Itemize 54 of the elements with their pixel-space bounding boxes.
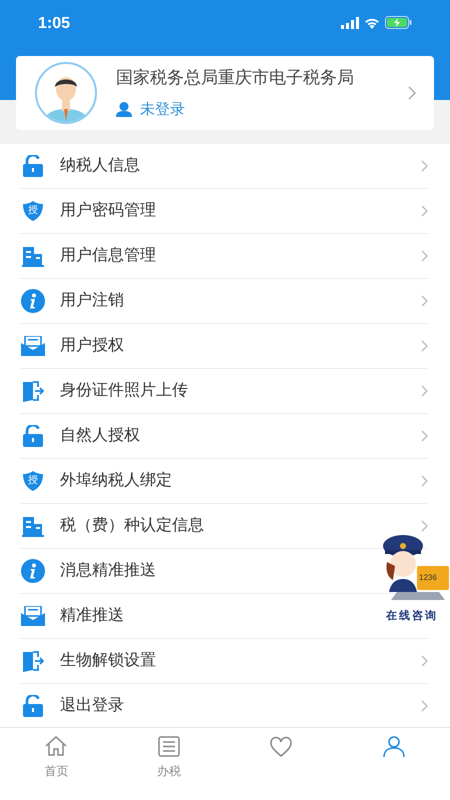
menu-item[interactable]: 消息精准推送 <box>0 549 372 593</box>
chevron-icon <box>421 700 428 712</box>
chevron-icon <box>421 430 428 442</box>
profile-card[interactable]: 国家税务总局重庆市电子税务局 未登录 <box>16 56 434 130</box>
lock-icon <box>20 155 46 177</box>
shield-icon: 授 <box>20 200 46 222</box>
menu-item[interactable]: 身份证件照片上传 <box>0 369 450 413</box>
menu-item[interactable]: 用户授权 <box>0 324 450 368</box>
chevron-icon <box>421 160 428 172</box>
menu-item[interactable]: 纳税人信息 <box>0 144 450 188</box>
chevron-icon <box>421 205 428 217</box>
signal-icon <box>341 16 359 28</box>
screen-text: 1236 <box>419 572 437 584</box>
shield-icon: 授 <box>20 470 46 492</box>
battery-icon <box>385 16 412 29</box>
chevron-icon <box>421 655 428 667</box>
info-icon <box>20 289 46 313</box>
door-icon <box>20 380 46 402</box>
chevron-icon <box>408 86 416 100</box>
heart-icon[interactable] <box>268 734 294 760</box>
avatar-icon <box>34 61 98 125</box>
mail-icon <box>20 606 46 626</box>
chevron-icon <box>421 250 428 262</box>
person-icon[interactable] <box>380 734 407 760</box>
building-icon <box>20 245 46 267</box>
mail-icon <box>20 336 46 356</box>
menu-item[interactable]: 用户注销 <box>0 279 450 323</box>
menu-item[interactable]: 自然人授权 <box>0 414 450 458</box>
door-icon <box>20 650 46 672</box>
chevron-icon <box>421 340 428 352</box>
login-status: 未登录 <box>140 100 185 120</box>
list-icon[interactable] <box>156 734 182 760</box>
chevron-icon <box>421 385 428 397</box>
wifi-icon <box>364 16 380 28</box>
tab-label[interactable]: 首页 <box>44 762 68 780</box>
lock-icon <box>20 425 46 447</box>
lock-icon <box>20 695 46 717</box>
status-time: 1:05 <box>38 14 70 34</box>
chevron-icon <box>421 520 428 532</box>
menu-item[interactable]: 退出登录 <box>0 684 450 727</box>
menu-item[interactable]: 用户信息管理 <box>0 234 450 278</box>
menu-item[interactable]: 生物解锁设置 <box>0 639 450 683</box>
menu-item[interactable]: 精准推送 <box>0 594 372 638</box>
menu-item[interactable]: 授 用户密码管理 <box>0 189 450 233</box>
tab-label[interactable]: 办税 <box>156 762 181 780</box>
chevron-icon <box>421 475 428 487</box>
menu-item[interactable]: 税（费）种认定信息 <box>0 504 450 548</box>
building-icon <box>20 515 46 537</box>
chevron-icon <box>421 295 428 307</box>
info-icon <box>20 559 46 583</box>
menu-item[interactable]: 授 外埠纳税人绑定 <box>0 459 450 503</box>
consult-label[interactable]: 在线咨询 <box>386 608 438 624</box>
profile-title: 国家税务总局重庆市电子税务局 <box>116 67 355 89</box>
person-icon <box>116 102 132 118</box>
